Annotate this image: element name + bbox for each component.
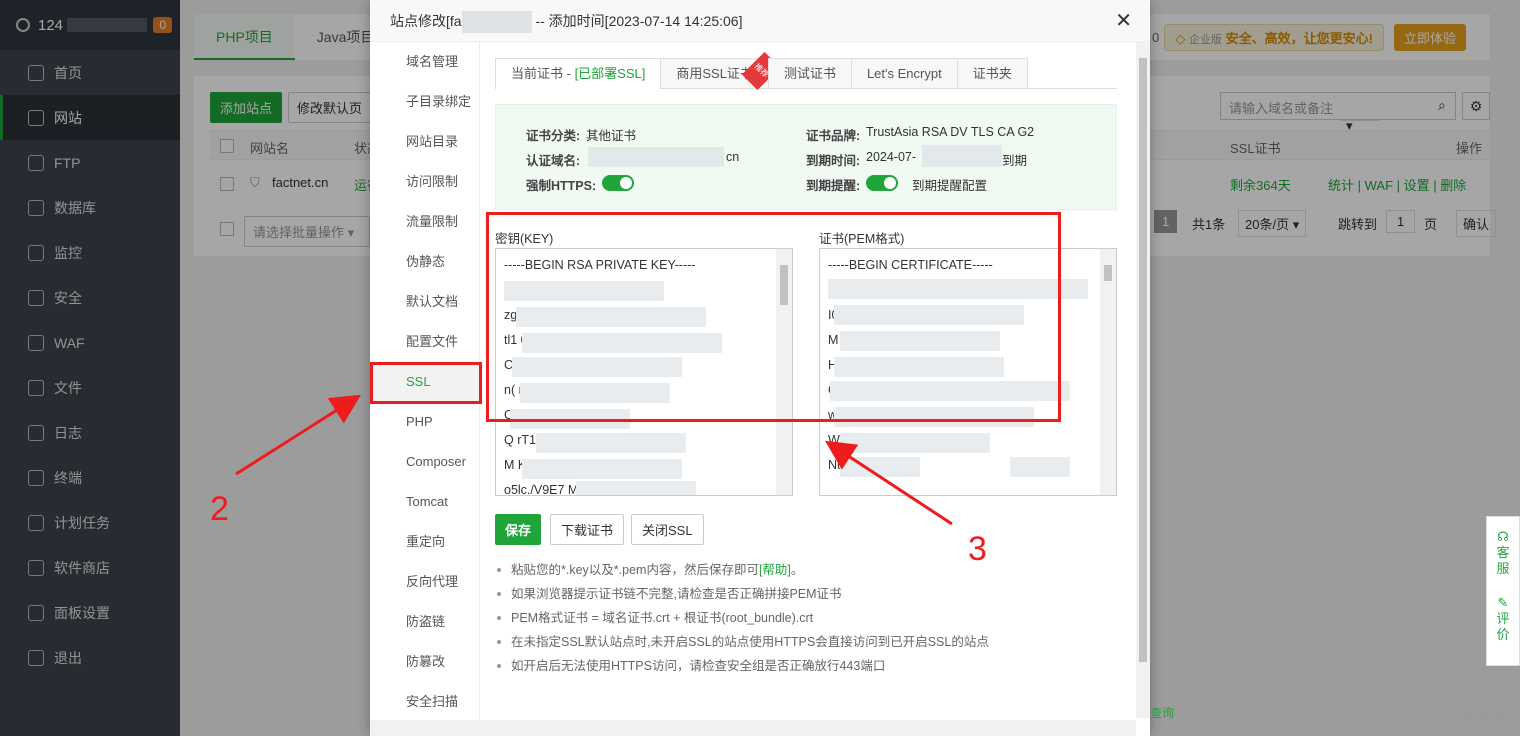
annotation-box-ssl [370,362,482,404]
modal-side-item[interactable]: PHP [370,402,479,442]
tab-cert-folder[interactable]: 证书夹 [956,58,1028,88]
annotation-number-2: 2 [210,490,229,528]
download-cert-button[interactable]: 下载证书 [550,514,625,545]
modal-side-item[interactable]: 流量限制 [370,202,479,242]
support-float-panel: ☊ 客服 ✎ 评价 [1486,516,1520,666]
expire-value: 2024-07- [866,150,917,164]
force-https-toggle[interactable] [602,175,634,191]
blurred-region [522,459,682,479]
customer-service-button[interactable]: 客服 [1496,545,1510,577]
blurred-region [576,481,696,495]
save-button[interactable]: 保存 [495,514,542,545]
remind-toggle[interactable] [866,175,898,191]
help-link[interactable]: [帮助] [759,563,791,577]
modal-side-item[interactable]: 域名管理 [370,42,479,82]
blurred-region [840,457,920,477]
tab-test-cert[interactable]: 测试证书 [767,58,852,88]
cert-category-value: 其他证书 [586,129,637,143]
cert-domain-label: 认证域名: [526,154,581,168]
tip-item: PEM格式证书 = 域名证书.crt + 根证书(root_bundle).cr… [495,606,989,630]
tab-lets-encrypt[interactable]: Let's Encrypt [850,58,958,88]
modal-title: 站点修改[fa -- 添加时间[2023-07-14 14:25:06] ✕ [370,0,1150,42]
blurred-region [461,11,532,34]
modal-side-item[interactable]: 反向代理 [370,562,479,602]
query-link[interactable]: 查询 [1150,704,1174,721]
blurred-region [588,147,724,167]
modal-side-item[interactable]: 安全扫描 [370,682,479,722]
tab-commercial-ssl[interactable]: 商用SSL证书 推荐 [660,51,781,91]
blurred-region [922,145,1002,167]
tip-item: 如果浏览器提示证书链不完整,请检查是否正确拼接PEM证书 [495,582,989,606]
modal-side-item[interactable]: 防盗链 [370,602,479,642]
edit-icon: ✎ [1497,595,1509,610]
modal-side-item[interactable]: 默认文档 [370,282,479,322]
blurred-region [840,433,990,453]
modal-side-item[interactable]: 防篡改 [370,642,479,682]
blurred-region [536,433,686,453]
tip-item: 如开启后无法使用HTTPS访问，请检查安全组是否正确放行443端口 [495,654,989,678]
tip-item: 粘贴您的*.key以及*.pem内容，然后保存即可[帮助]。 [495,558,989,582]
modal-side-item[interactable]: Tomcat [370,482,479,522]
ssl-tabs: 当前证书 - [已部署SSL] 商用SSL证书 推荐 测试证书 Let's Enc… [495,51,1117,91]
blurred-region [1010,457,1070,477]
cert-info-box: 证书分类: 其他证书 证书品牌: TrustAsia RSA DV TLS CA… [495,104,1117,210]
expire-suffix: 到期 [1002,154,1028,168]
modal-h-scrollbar[interactable] [370,720,1136,736]
cert-brand-value: TrustAsia RSA DV TLS CA G2 [866,125,1035,139]
tab-current-cert[interactable]: 当前证书 - [已部署SSL] [495,58,662,89]
close-icon[interactable]: ✕ [1115,0,1132,42]
annotation-box-textareas [486,212,1061,422]
modal-side-item[interactable]: 重定向 [370,522,479,562]
remind-label: 到期提醒: [806,179,861,193]
modal-side-item[interactable]: 配置文件 [370,322,479,362]
annotation-number-3: 3 [968,530,987,568]
force-https-label: 强制HTTPS: [526,179,597,193]
watermark: CSDN @小小解耳朵 [1369,710,1506,727]
modal-side-item[interactable]: 访问限制 [370,162,479,202]
cert-brand-label: 证书品牌: [806,129,861,143]
modal-scrollbar[interactable] [1136,42,1150,718]
modal-side-item[interactable]: Composer [370,442,479,482]
modal-side-item[interactable]: 网站目录 [370,122,479,162]
modal-side-item[interactable]: 伪静态 [370,242,479,282]
remind-config-link[interactable]: 到期提醒配置 [912,175,987,194]
expire-label: 到期时间: [806,154,861,168]
headset-icon: ☊ [1497,529,1509,544]
modal-side-item[interactable]: 子目录绑定 [370,82,479,122]
cert-domain-value: cn [726,150,740,164]
close-ssl-button[interactable]: 关闭SSL [631,514,704,545]
cert-scrollbar[interactable] [1100,249,1116,495]
tips-list: 粘贴您的*.key以及*.pem内容，然后保存即可[帮助]。 如果浏览器提示证书… [495,558,989,678]
tip-item: 在未指定SSL默认站点时,未开启SSL的站点使用HTTPS会直接访问到已开启SS… [495,630,989,654]
review-button[interactable]: 评价 [1496,611,1510,643]
cert-category-label: 证书分类: [526,129,581,143]
